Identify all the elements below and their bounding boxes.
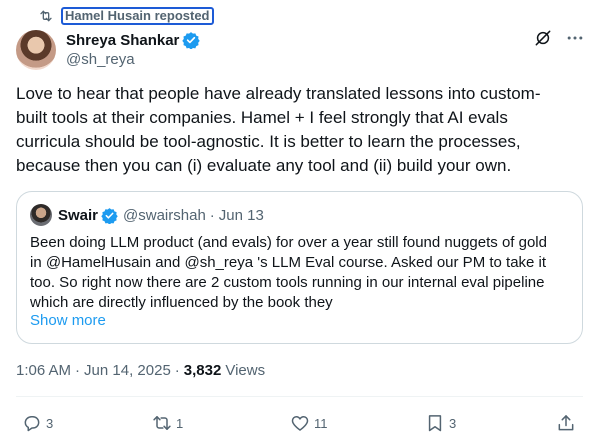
divider — [16, 396, 583, 397]
quote-verified-badge-icon — [101, 207, 118, 224]
quote-tweet-card[interactable]: Swair @swairshah · Jun 13 Been doing LLM… — [16, 191, 583, 344]
like-button[interactable]: 11 — [290, 408, 328, 438]
quote-separator: · — [209, 206, 215, 224]
repost-count: 1 — [176, 415, 184, 431]
post-meta: 1:06 AM · Jun 14, 2025 · 3,832 Views — [16, 362, 265, 379]
repost-button[interactable]: 1 — [152, 408, 183, 438]
top-actions — [533, 28, 585, 48]
quote-header: Swair @swairshah · Jun 13 — [30, 204, 264, 226]
quote-author-handle: @swairshah — [123, 206, 206, 224]
repost-icon — [152, 413, 172, 433]
meta-dot: · — [174, 362, 180, 379]
grok-icon[interactable] — [533, 28, 553, 48]
more-options-icon[interactable] — [565, 28, 585, 48]
action-bar: 3 1 11 3 — [0, 408, 599, 438]
quote-text: Been doing LLM product (and evals) for o… — [30, 234, 547, 311]
bookmark-count: 3 — [449, 415, 457, 431]
author-info: Shreya Shankar @sh_reya — [66, 30, 201, 68]
views-label: Views — [225, 362, 266, 379]
share-button[interactable] — [556, 408, 580, 438]
repost-context: Hamel Husain reposted — [38, 6, 214, 26]
quote-author-avatar — [30, 204, 52, 226]
repost-icon — [38, 8, 54, 24]
author-handle[interactable]: @sh_reya — [66, 51, 200, 68]
heart-icon — [290, 413, 310, 433]
bookmark-button[interactable]: 3 — [425, 408, 456, 438]
post-time[interactable]: 1:06 AM — [16, 362, 71, 379]
quote-date: Jun 13 — [218, 206, 264, 224]
reply-icon — [22, 413, 42, 433]
reposter-link[interactable]: Hamel Husain reposted — [61, 7, 214, 25]
share-icon — [556, 413, 576, 433]
reply-count: 3 — [46, 415, 54, 431]
quote-author-name: Swair — [58, 206, 99, 224]
reply-button[interactable]: 3 — [22, 408, 53, 438]
show-more-link[interactable]: Show more — [30, 312, 106, 329]
bookmark-icon — [425, 413, 445, 433]
tweet-text: Love to hear that people have already tr… — [16, 84, 541, 175]
author-name[interactable]: Shreya Shankar — [66, 32, 179, 49]
views-count: 3,832 — [183, 362, 222, 379]
meta-dot: · — [75, 362, 81, 379]
like-count: 11 — [314, 415, 328, 431]
verified-badge-icon[interactable] — [182, 31, 201, 49]
author-avatar[interactable] — [16, 30, 56, 70]
post-date[interactable]: Jun 14, 2025 — [84, 362, 171, 379]
